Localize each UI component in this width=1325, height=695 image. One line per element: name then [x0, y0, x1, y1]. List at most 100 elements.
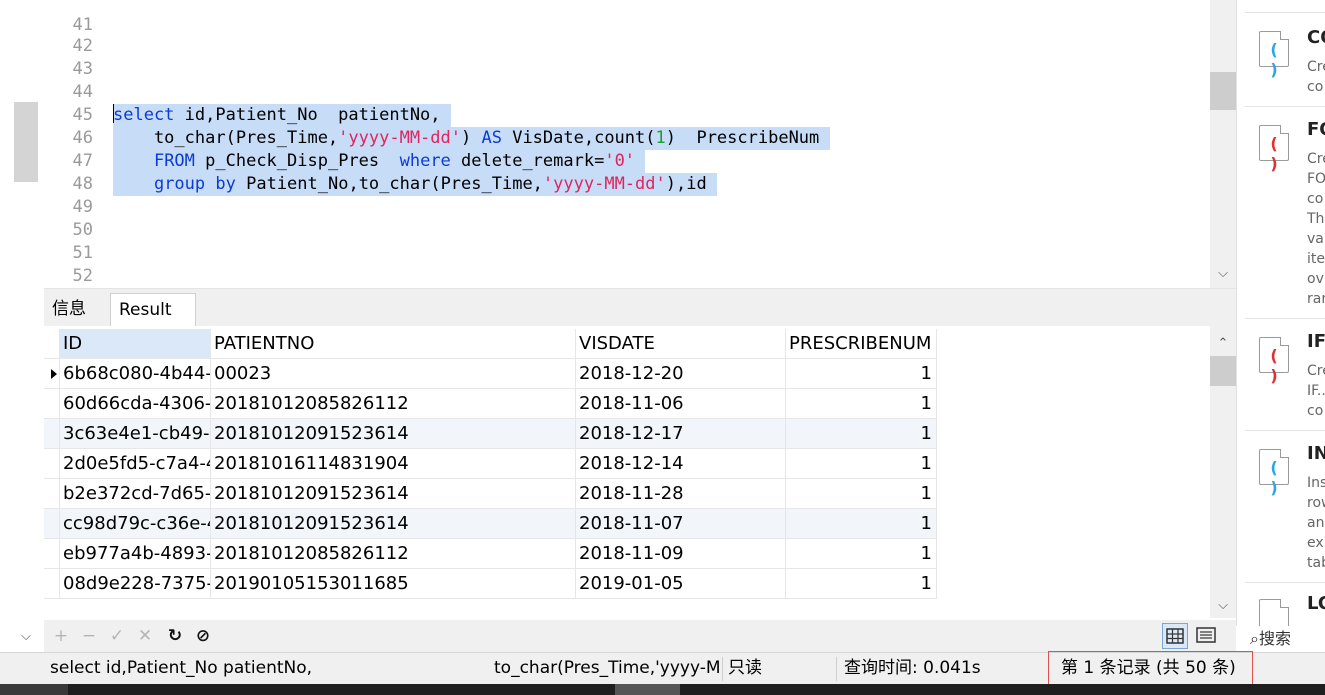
taskbar-item[interactable] [615, 684, 680, 695]
snippet-desc: tab [1307, 555, 1325, 571]
snippet-desc: co [1307, 79, 1324, 95]
cell-prescribenum[interactable]: 1 [786, 509, 937, 539]
delete-record-button[interactable]: − [78, 625, 100, 647]
cell-id[interactable]: eb977a4b-4893- [60, 539, 211, 569]
cell-patientno[interactable]: 20181012091523614 [211, 509, 576, 539]
result-grid[interactable]: ID PATIENTNO VISDATE PRESCRIBENUM 6b68c0… [44, 326, 1210, 618]
table-row[interactable]: cc98d79c-c36e-4 20181012091523614 2018-1… [44, 509, 937, 539]
result-tabs: 信息 Result 1 [44, 288, 1236, 352]
tab-result-1[interactable]: Result 1 [110, 293, 196, 352]
snippet-title: FO [1307, 119, 1325, 140]
cell-visdate[interactable]: 2018-12-17 [576, 419, 786, 449]
editor-scroll-thumb[interactable] [1210, 72, 1236, 110]
table-row[interactable]: 60d66cda-4306- 20181012085826112 2018-11… [44, 389, 937, 419]
cell-prescribenum[interactable]: 1 [786, 449, 937, 479]
cell-id[interactable]: 3c63e4e1-cb49-4 [60, 419, 211, 449]
current-row-arrow-icon [51, 369, 57, 379]
table-row[interactable]: b2e372cd-7d65- 20181012091523614 2018-11… [44, 479, 937, 509]
snippet-card[interactable]: ( ) FO Cre FO co Th vai ite ov rar [1245, 106, 1325, 318]
add-record-button[interactable]: + [50, 625, 72, 647]
cell-visdate[interactable]: 2018-11-07 [576, 509, 786, 539]
status-sql-part1: select id,Patient_No patientNo, [50, 658, 313, 678]
snippet-card[interactable]: LO [1245, 582, 1325, 635]
stop-button[interactable]: ⊘ [192, 625, 214, 647]
cell-prescribenum[interactable]: 1 [786, 479, 937, 509]
table-row[interactable]: eb977a4b-4893- 20181012085826112 2018-11… [44, 539, 937, 569]
table-row[interactable]: 6b68c080-4b44- 00023 2018-12-20 1 [44, 359, 937, 389]
discard-changes-button[interactable]: ✕ [134, 625, 156, 647]
outer-scroll-track [0, 0, 44, 650]
sql-editor[interactable]: 41 42 43 44 select id,Patient_No patient… [44, 0, 1210, 288]
cell-id[interactable]: b2e372cd-7d65- [60, 479, 211, 509]
row-indicator-cell [44, 479, 60, 509]
cell-id[interactable]: cc98d79c-c36e-4 [60, 509, 211, 539]
cell-visdate[interactable]: 2018-12-20 [576, 359, 786, 389]
cell-prescribenum[interactable]: 1 [786, 539, 937, 569]
cell-patientno[interactable]: 00023 [211, 359, 576, 389]
chevron-down-icon[interactable]: ⌵ [1210, 596, 1236, 616]
cell-patientno[interactable]: 20181012091523614 [211, 419, 576, 449]
cell-visdate[interactable]: 2018-11-06 [576, 389, 786, 419]
snippet-search-input[interactable]: ⌕搜索 [1236, 626, 1325, 652]
cell-visdate[interactable]: 2018-11-28 [576, 479, 786, 509]
snippet-desc: exi [1307, 535, 1325, 551]
status-separator [722, 657, 723, 681]
cell-patientno[interactable]: 20181016114831904 [211, 449, 576, 479]
grid-view-button[interactable] [1162, 623, 1188, 649]
cell-id[interactable]: 2d0e5fd5-c7a4-4 [60, 449, 211, 479]
cell-visdate[interactable]: 2019-01-05 [576, 569, 786, 599]
snippet-card[interactable]: ( ) IN Ins row an exi tab [1245, 430, 1325, 582]
table-row[interactable]: 08d9e228-7375- 20190105153011685 2019-01… [44, 569, 937, 599]
row-indicator-cell [44, 569, 60, 599]
cell-visdate[interactable]: 2018-11-09 [576, 539, 786, 569]
navicat-query-window: ⌵ 41 42 43 44 select id,Patient_No patie… [0, 0, 1325, 695]
chevron-down-icon[interactable]: ⌵ [14, 628, 38, 646]
chevron-up-icon[interactable]: ⌃ [1210, 334, 1236, 354]
outer-scroll-thumb[interactable] [14, 102, 38, 182]
row-indicator-cell [44, 449, 60, 479]
cell-patientno[interactable]: 20190105153011685 [211, 569, 576, 599]
tab-info[interactable]: 信息 [44, 293, 108, 327]
cell-patientno[interactable]: 20181012085826112 [211, 539, 576, 569]
cell-prescribenum[interactable]: 1 [786, 569, 937, 599]
snippet-desc: ov [1307, 271, 1324, 287]
snippet-file-icon: ( ) [1259, 449, 1289, 497]
apply-changes-button[interactable]: ✓ [106, 625, 128, 647]
cell-id[interactable]: 6b68c080-4b44- [60, 359, 211, 389]
grid-scroll-thumb[interactable] [1210, 356, 1236, 386]
editor-line: 49 [44, 173, 1210, 217]
cell-prescribenum[interactable]: 1 [786, 419, 937, 449]
status-record-count: 第 1 条记录 (共 50 条) [1048, 651, 1253, 685]
cell-id[interactable]: 08d9e228-7375- [60, 569, 211, 599]
snippet-card[interactable]: ( ) CO Cre co [1245, 12, 1325, 106]
editor-line: 43 [44, 35, 1210, 79]
column-header-id[interactable]: ID [60, 329, 211, 359]
row-indicator-cell [44, 509, 60, 539]
grid-toolbar: + − ✓ ✕ ↻ ⊘ [44, 620, 1236, 652]
column-header-patientno[interactable]: PATIENTNO [211, 329, 576, 359]
column-header-prescribenum[interactable]: PRESCRIBENUM [786, 329, 937, 359]
snippet-desc: vai [1307, 231, 1325, 247]
cell-prescribenum[interactable]: 1 [786, 359, 937, 389]
editor-line: 44 select id,Patient_No patientNo, [44, 58, 1210, 127]
cell-patientno[interactable]: 20181012091523614 [211, 479, 576, 509]
editor-line: 47 group by Patient_No,to_char(Pres_Time… [44, 127, 1210, 196]
table-row[interactable]: 2d0e5fd5-c7a4-4 20181016114831904 2018-1… [44, 449, 937, 479]
snippet-desc: co [1307, 191, 1324, 207]
cell-visdate[interactable]: 2018-12-14 [576, 449, 786, 479]
taskbar-start[interactable] [0, 684, 68, 695]
chevron-down-icon[interactable]: ⌵ [1210, 264, 1236, 284]
snippet-desc: co [1307, 403, 1324, 419]
editor-line: 42 [44, 12, 1210, 56]
row-indicator-cell [44, 539, 60, 569]
row-indicator-cell [44, 419, 60, 449]
column-header-visdate[interactable]: VISDATE [576, 329, 786, 359]
refresh-button[interactable]: ↻ [164, 625, 186, 647]
cell-patientno[interactable]: 20181012085826112 [211, 389, 576, 419]
cell-prescribenum[interactable]: 1 [786, 389, 937, 419]
cell-id[interactable]: 60d66cda-4306- [60, 389, 211, 419]
snippet-card[interactable]: ( ) IF Cre IF.. co [1245, 318, 1325, 430]
form-view-button[interactable] [1194, 623, 1220, 649]
editor-scroll-track[interactable] [1210, 0, 1236, 288]
table-row[interactable]: 3c63e4e1-cb49-4 20181012091523614 2018-1… [44, 419, 937, 449]
